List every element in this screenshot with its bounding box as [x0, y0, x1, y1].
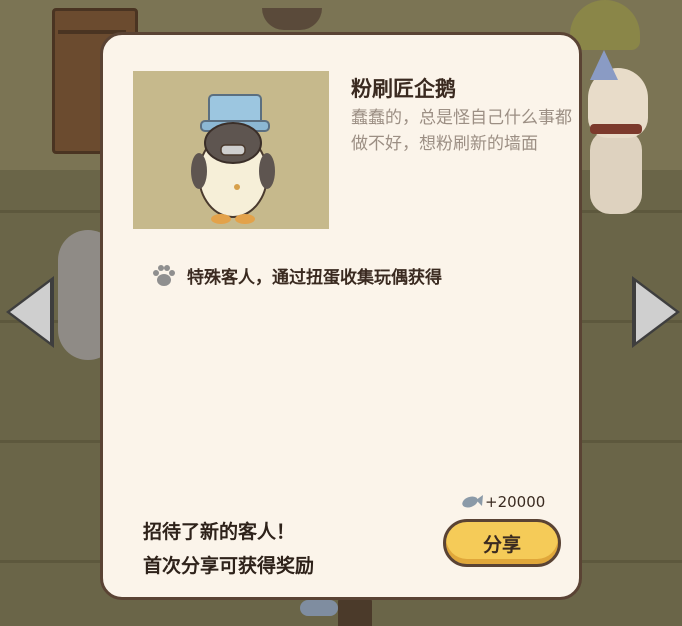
background-fish — [300, 600, 338, 616]
party-hat — [590, 50, 618, 80]
guest-name: 粉刷匠企鹅 — [351, 77, 456, 101]
special-guest-text: 特殊客人，通过扭蛋收集玩偶获得 — [187, 267, 442, 288]
fish-icon — [462, 495, 483, 508]
reward-amount: +20000 — [485, 493, 546, 511]
special-guest-note: 特殊客人，通过扭蛋收集玩偶获得 — [151, 261, 442, 289]
guest-description: 蠢蠢的，总是怪自己什么事都做不好，想粉刷新的墙面 — [351, 108, 572, 154]
guest-portrait — [133, 71, 329, 229]
first-share-message: 首次分享可获得奖励 — [143, 555, 315, 577]
paw-icon — [153, 265, 175, 286]
arrow-left-icon[interactable] — [10, 282, 50, 342]
new-guest-message: 招待了新的客人！ — [143, 521, 296, 543]
share-button[interactable]: 分享 — [443, 519, 561, 567]
penguin-illustration — [191, 94, 275, 224]
cat-collar — [590, 124, 642, 134]
background-cat-body — [590, 130, 642, 214]
arrow-right-icon[interactable] — [636, 282, 676, 342]
guest-card: 粉刷匠企鹅 蠢蠢的，总是怪自己什么事都做不好，想粉刷新的墙面 特殊客人，通过扭蛋… — [100, 32, 582, 600]
background-vase — [338, 596, 372, 626]
share-reward: +20000 — [461, 493, 545, 511]
